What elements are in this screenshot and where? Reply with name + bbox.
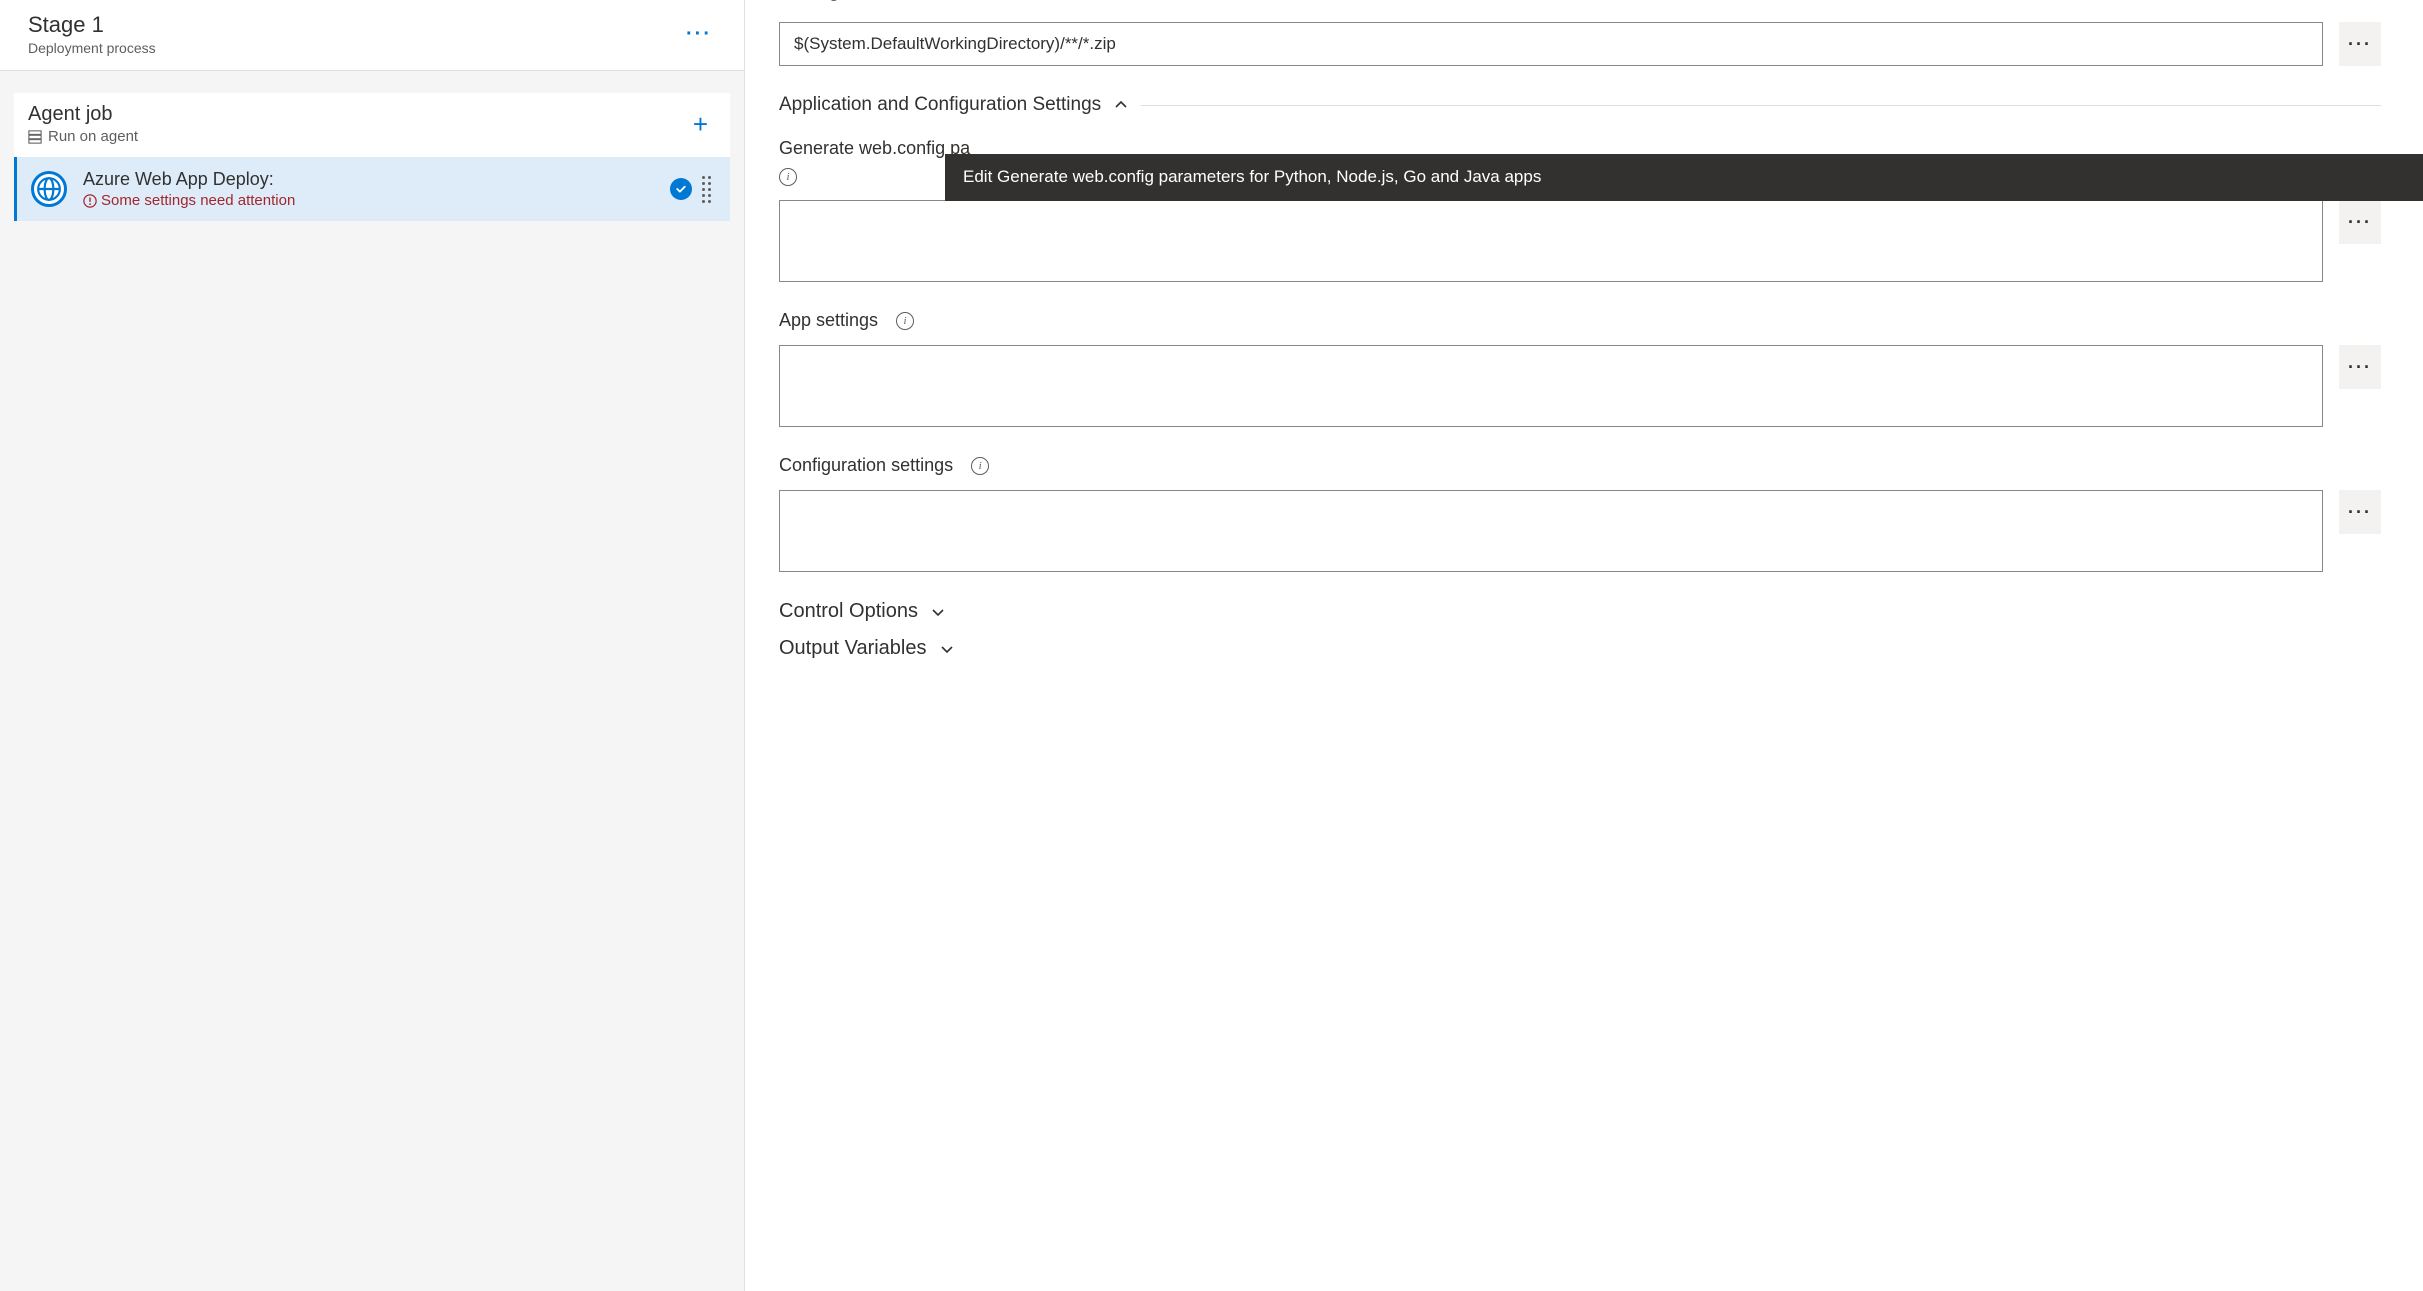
- stage-header: Stage 1 Deployment process ···: [0, 0, 744, 71]
- tooltip: Edit Generate web.config parameters for …: [945, 154, 2423, 201]
- appsettings-label: App settings: [779, 310, 878, 331]
- package-label: Package or folder: [779, 0, 920, 2]
- info-icon[interactable]: i: [971, 457, 989, 475]
- task-error: Some settings need attention: [83, 192, 654, 209]
- output-variables-section[interactable]: Output Variables: [779, 637, 2381, 660]
- chevron-down-icon: [930, 604, 946, 620]
- server-icon: [28, 130, 42, 144]
- configsettings-label: Configuration settings: [779, 455, 953, 476]
- stage-title: Stage 1: [28, 12, 156, 38]
- info-icon[interactable]: i: [779, 168, 797, 186]
- agent-job-title: Agent job: [28, 103, 138, 126]
- package-browse-button[interactable]: ···: [2339, 22, 2381, 66]
- drag-handle-icon[interactable]: [702, 176, 716, 203]
- configsettings-edit-button[interactable]: ···: [2339, 490, 2381, 534]
- task-error-text: Some settings need attention: [101, 192, 295, 209]
- appsettings-textarea[interactable]: [779, 345, 2323, 427]
- agent-job-subtitle: Run on agent: [28, 128, 138, 145]
- control-options-label: Control Options: [779, 600, 918, 623]
- app-config-section-header[interactable]: Application and Configuration Settings: [779, 94, 2381, 116]
- chevron-down-icon: [939, 641, 955, 657]
- right-panel: Package or folder i ··· Application and …: [745, 0, 2423, 1291]
- package-input[interactable]: [779, 22, 2323, 66]
- agent-job-row[interactable]: Agent job Run on agent +: [14, 93, 730, 157]
- control-options-section[interactable]: Control Options: [779, 600, 2381, 623]
- agent-job-subtitle-text: Run on agent: [48, 128, 138, 145]
- webconfig-edit-button[interactable]: ···: [2339, 200, 2381, 244]
- appsettings-label-row: App settings i: [779, 310, 2381, 331]
- appsettings-edit-button[interactable]: ···: [2339, 345, 2381, 389]
- package-label-row: Package or folder i: [779, 0, 2381, 10]
- task-title: Azure Web App Deploy:: [83, 169, 654, 190]
- chevron-up-icon: [1113, 97, 1129, 113]
- task-enabled-checkmark-icon[interactable]: [670, 178, 692, 200]
- configsettings-label-row: Configuration settings i: [779, 455, 2381, 476]
- app-config-header-text: Application and Configuration Settings: [779, 94, 1101, 116]
- webconfig-textarea[interactable]: [779, 200, 2323, 282]
- add-task-button[interactable]: +: [685, 109, 716, 140]
- left-panel: Stage 1 Deployment process ··· Agent job…: [0, 0, 745, 1291]
- warning-icon: [83, 194, 97, 208]
- stage-more-button[interactable]: ···: [682, 23, 716, 46]
- configsettings-textarea[interactable]: [779, 490, 2323, 572]
- output-variables-label: Output Variables: [779, 637, 927, 660]
- info-icon[interactable]: i: [896, 312, 914, 330]
- stage-subtitle: Deployment process: [28, 40, 156, 56]
- webconfig-label: Generate web.config pa: [779, 138, 970, 159]
- azure-webapp-icon: [31, 171, 67, 207]
- task-row-azure-deploy[interactable]: Azure Web App Deploy: Some settings need…: [14, 157, 730, 221]
